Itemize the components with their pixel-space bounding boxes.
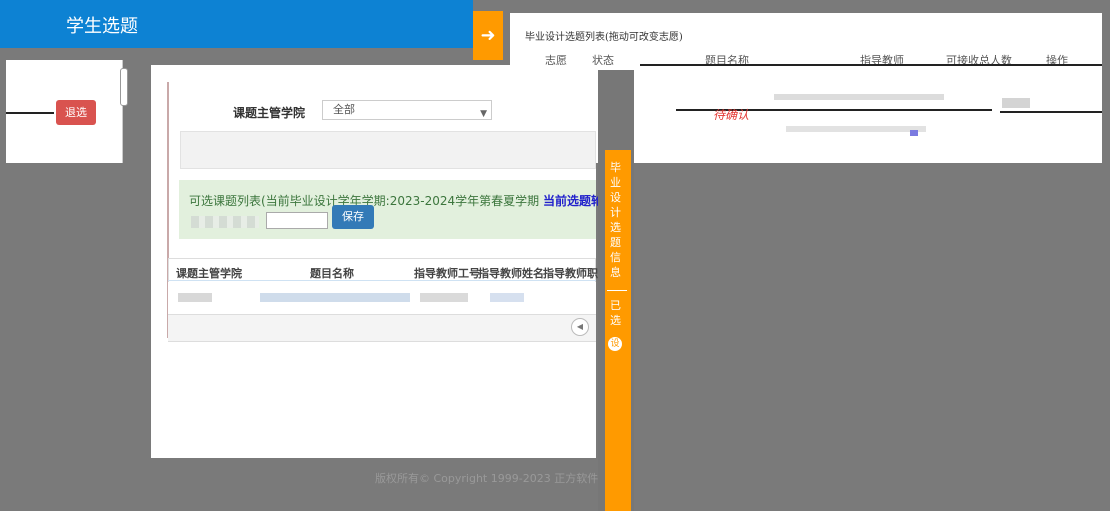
- round-input[interactable]: [266, 212, 328, 229]
- withdraw-button[interactable]: 退选: [56, 100, 96, 125]
- table-header-advisor-id: 指导教师工号: [414, 267, 480, 280]
- blurred-cell: [260, 293, 410, 302]
- table-header-divider: [168, 280, 596, 281]
- blurred-field-label: [191, 216, 259, 228]
- side-tab-selected-label: 已选: [610, 299, 621, 327]
- app-title: 学生选题: [66, 16, 138, 37]
- blurred-title: [786, 126, 926, 132]
- notice-box: [179, 180, 596, 239]
- blurred-title: [774, 94, 944, 100]
- side-tab-badge: 设: [608, 337, 622, 351]
- status-badge: 待确认: [713, 108, 750, 122]
- selection-list-title: 毕业设计选题列表(拖动可改变志愿): [525, 32, 683, 43]
- blurred-cell: [420, 293, 468, 302]
- table-pager: [168, 315, 596, 341]
- chevron-down-icon: ▼: [480, 109, 487, 119]
- side-tab-label: 毕业设计选题信息: [610, 161, 621, 279]
- first-page-icon[interactable]: ◀: [571, 318, 589, 336]
- copyright-footer: 版权所有© Copyright 1999-2023 正方软件股份: [375, 472, 621, 485]
- blurred-mark: [910, 130, 918, 136]
- college-select[interactable]: 全部 ▼: [322, 100, 492, 120]
- row-divider: [1000, 111, 1102, 113]
- save-button[interactable]: 保存: [332, 205, 374, 229]
- arrow-right-icon[interactable]: ➜: [473, 11, 503, 60]
- college-select-value: 全部: [333, 103, 355, 116]
- blurred-advisor: [1002, 98, 1030, 108]
- table-header-title: 题目名称: [310, 267, 354, 280]
- blurred-cell: [490, 293, 524, 302]
- table-header-college: 课题主管学院: [176, 267, 242, 280]
- blurred-cell: [178, 293, 212, 302]
- current-round-link[interactable]: 当前选题轮: [543, 194, 603, 208]
- filter-bar: [180, 131, 596, 169]
- header-divider: [640, 64, 1102, 66]
- row-divider: [6, 112, 54, 114]
- side-tab-divider: [607, 290, 627, 291]
- table-header-advisor-title: 指导教师职: [543, 267, 598, 280]
- college-filter-label: 课题主管学院: [233, 106, 306, 120]
- scrollbar-thumb[interactable]: [120, 68, 128, 106]
- notice-text: 可选课题列表(当前毕业设计学年学期:2023-2024学年第春夏学期 当前选题轮: [189, 192, 603, 209]
- table-header-advisor-name: 指导教师姓名: [478, 267, 544, 280]
